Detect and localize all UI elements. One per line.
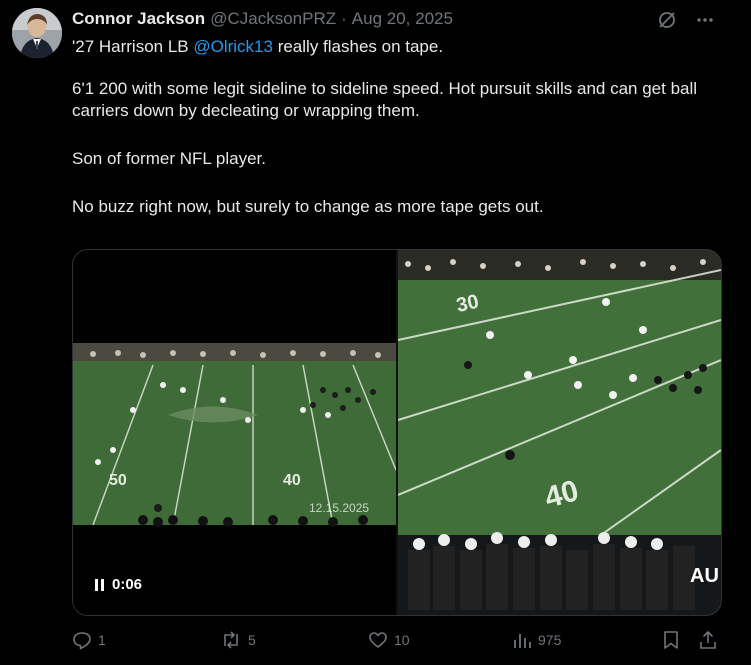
like-count: 10 xyxy=(394,632,410,648)
like-button[interactable]: 10 xyxy=(368,630,410,650)
video-player[interactable]: 50 40 12.15.2025 30 40 AU 0:06 xyxy=(72,249,722,616)
repost-button[interactable]: 5 xyxy=(220,630,256,650)
tweet-header: Connor Jackson @CJacksonPRZ · Aug 20, 20… xyxy=(72,8,453,30)
tweet-top-icons xyxy=(655,8,717,32)
video-frame-left: 50 40 12.15.2025 xyxy=(73,250,397,615)
mention-link[interactable]: @Olrick13 xyxy=(193,37,273,56)
like-icon[interactable] xyxy=(368,630,388,650)
yard-marker-50: 50 xyxy=(109,472,127,489)
views-count: 975 xyxy=(538,632,562,648)
reply-count: 1 xyxy=(98,632,106,648)
video-frame-right: 30 40 AU xyxy=(397,250,721,615)
text-suffix: really flashes on tape. xyxy=(272,37,444,56)
repost-count: 5 xyxy=(248,632,256,648)
tweet-text: '27 Harrison LB @Olrick13 really flashes… xyxy=(72,36,732,244)
more-icon[interactable] xyxy=(693,8,717,32)
repost-icon[interactable] xyxy=(220,630,242,650)
yard-marker-30: 30 xyxy=(454,291,480,317)
video-date-stamp: 12.15.2025 xyxy=(309,501,369,515)
share-icon[interactable] xyxy=(698,630,718,650)
bookmark-icon[interactable] xyxy=(662,630,680,650)
playback-control[interactable]: 0:06 xyxy=(95,576,142,593)
tweet-paragraph-4: No buzz right now, but surely to change … xyxy=(72,197,544,216)
reply-icon[interactable] xyxy=(72,630,92,650)
author-handle[interactable]: @CJacksonPRZ xyxy=(210,9,336,29)
views-icon[interactable] xyxy=(512,630,532,650)
tweet[interactable]: Connor Jackson @CJacksonPRZ · Aug 20, 20… xyxy=(0,0,751,665)
pause-icon[interactable] xyxy=(95,578,104,591)
avatar[interactable] xyxy=(12,8,62,58)
tweet-paragraph-2: 6'1 200 with some legit sideline to side… xyxy=(72,79,698,120)
author-name[interactable]: Connor Jackson xyxy=(72,9,205,29)
action-bar: 1 5 10 975 xyxy=(72,630,722,656)
grok-slash-icon[interactable] xyxy=(655,8,679,32)
tweet-paragraph-3: Son of former NFL player. xyxy=(72,149,267,168)
yard-marker-40: 40 xyxy=(283,472,301,489)
video-time: 0:06 xyxy=(112,576,143,593)
reply-button[interactable]: 1 xyxy=(72,630,106,650)
share-button[interactable] xyxy=(698,630,718,650)
text-prefix: '27 Harrison LB xyxy=(72,37,194,56)
tweet-date[interactable]: Aug 20, 2025 xyxy=(352,9,453,29)
separator-dot: · xyxy=(341,9,347,28)
bookmark-button[interactable] xyxy=(662,630,680,650)
tweet-paragraph-1: '27 Harrison LB @Olrick13 really flashes… xyxy=(72,36,732,58)
views-button[interactable]: 975 xyxy=(512,630,561,650)
corner-text: AU xyxy=(690,565,719,587)
